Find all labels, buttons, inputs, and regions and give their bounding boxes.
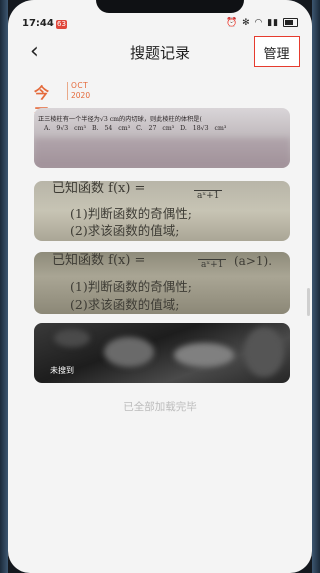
question-prefix: 已知函数 f(x) = xyxy=(52,253,146,268)
not-found-label: 未搜到 xyxy=(50,366,74,375)
manage-label: 管理 xyxy=(263,47,290,62)
question-text: 已知函数 f(x) = xyxy=(52,252,145,268)
photo-blur xyxy=(174,343,234,367)
scrollbar[interactable] xyxy=(307,288,310,316)
month-label: OCT xyxy=(71,81,89,90)
phone-screen: 17:44 63 ⏰ ✻ ◠ ▮▮ ‹ 搜题记录 管理 今天 OCT 2020 … xyxy=(8,0,312,573)
record-card[interactable]: 正三棱柱有一个半径为√3 cm的内切球，则此棱柱的体积是( A. 9√3 cm³… xyxy=(34,108,290,168)
app-header: ‹ 搜题记录 管理 xyxy=(8,36,312,72)
photo-blur xyxy=(104,337,154,367)
fraction-denominator: aˣ+1 xyxy=(198,259,227,270)
phone-frame-right xyxy=(312,0,320,573)
status-icons: ⏰ ✻ ◠ ▮▮ xyxy=(226,18,298,28)
status-time: 17:44 xyxy=(22,18,54,29)
fraction-denominator: aˣ+1 xyxy=(194,190,223,201)
question-text: 正三棱柱有一个半径为√3 cm的内切球，则此棱柱的体积是( xyxy=(38,116,202,123)
record-card[interactable]: 已知函数 f(x) = aˣ+1 (1)判断函数的奇偶性; (2)求该函数的值域… xyxy=(34,181,290,241)
date-divider xyxy=(67,82,68,100)
photo-blur xyxy=(54,329,90,347)
status-bar: 17:44 63 ⏰ ✻ ◠ ▮▮ xyxy=(8,18,312,34)
question-text: 已知函数 f(x) = xyxy=(52,181,145,196)
question-part-2: (2)求该函数的值域; xyxy=(70,297,180,312)
camera-notch xyxy=(96,0,244,13)
phone-frame-left xyxy=(0,0,8,573)
load-complete-text: 已全部加载完毕 xyxy=(123,401,197,413)
notification-badge: 63 xyxy=(56,20,67,29)
question-options: A. 9√3 cm³ B. 54 cm³ C. 27 cm³ D. 18√3 c… xyxy=(44,125,227,132)
year-label: 2020 xyxy=(71,91,91,100)
record-card[interactable]: 未搜到 xyxy=(34,323,290,383)
manage-button[interactable]: 管理 xyxy=(254,36,300,67)
record-card[interactable]: 已知函数 f(x) = aˣ+1 (a>1). (1)判断函数的奇偶性; (2)… xyxy=(34,252,290,314)
status-icons-text: ⏰ ✻ ◠ ▮▮ xyxy=(226,18,280,28)
photo-shadow xyxy=(34,138,290,168)
photo-blur xyxy=(244,327,284,377)
question-prefix: 已知函数 f(x) = xyxy=(52,181,146,196)
question-condition: (a>1). xyxy=(234,254,273,268)
question-part-2: (2)求该函数的值域; xyxy=(70,223,180,238)
question-part-1: (1)判断函数的奇偶性; xyxy=(70,279,192,294)
battery-icon xyxy=(283,18,298,27)
